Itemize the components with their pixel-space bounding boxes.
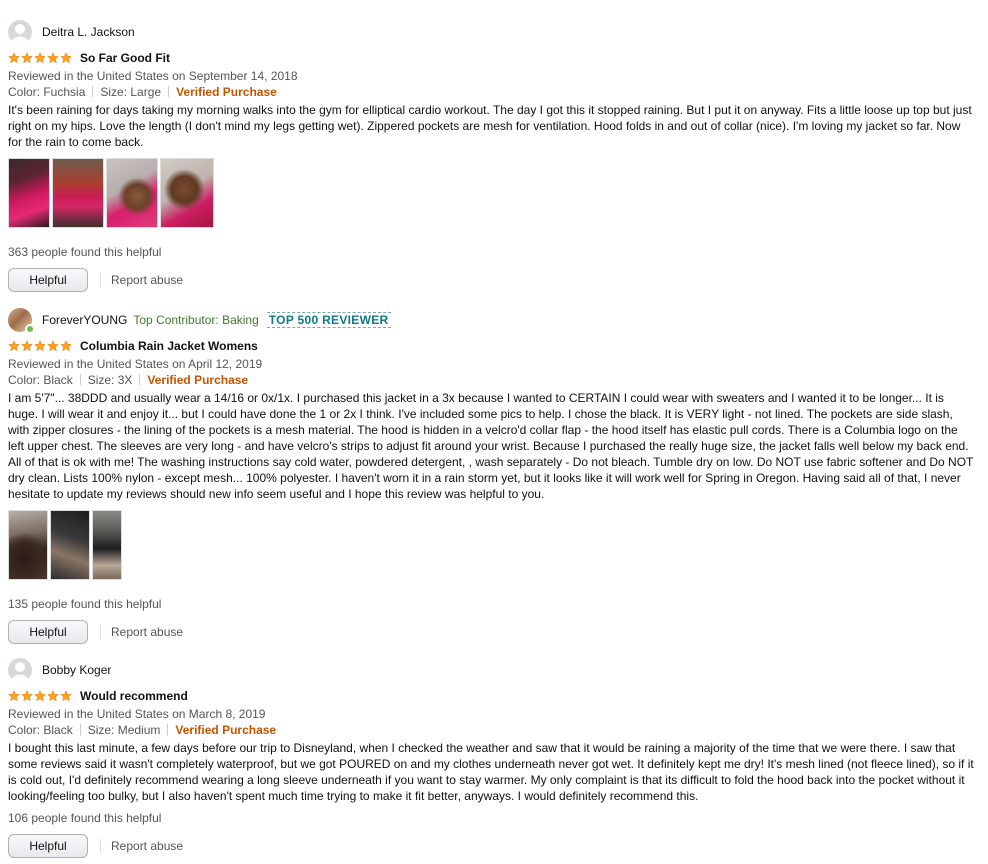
review-image-thumbnail[interactable] <box>106 158 158 228</box>
divider <box>100 273 101 287</box>
report-abuse-link[interactable]: Report abuse <box>111 625 183 639</box>
star-icon <box>21 340 33 352</box>
verified-purchase-badge: Verified Purchase <box>147 373 249 387</box>
reviewer-profile[interactable]: ForeverYOUNG Top Contributor: Baking TOP… <box>8 308 976 334</box>
helpful-count: 363 people found this helpful <box>8 245 162 259</box>
separator <box>92 86 94 97</box>
helpful-button[interactable]: Helpful <box>8 834 88 858</box>
star-icon <box>34 52 46 64</box>
reviewer-name[interactable]: Bobby Koger <box>42 663 111 677</box>
review-title[interactable]: So Far Good Fit <box>80 51 170 65</box>
review-card: Bobby Koger Would recommend Reviewed in … <box>8 658 976 858</box>
star-rating[interactable] <box>8 340 72 352</box>
divider <box>100 625 101 639</box>
star-icon <box>21 52 33 64</box>
star-rating[interactable] <box>8 52 72 64</box>
review-text: I bought this last minute, a few days be… <box>8 741 974 803</box>
star-icon <box>34 690 46 702</box>
star-icon <box>21 690 33 702</box>
review-text: I am 5'7"... 38DDD and usually wear a 14… <box>8 391 974 501</box>
review-image-thumbnail[interactable] <box>92 510 122 580</box>
review-image-thumbnail[interactable] <box>52 158 104 228</box>
review-card: ForeverYOUNG Top Contributor: Baking TOP… <box>8 308 976 644</box>
separator <box>167 724 169 735</box>
report-abuse-link[interactable]: Report abuse <box>111 273 183 287</box>
reviewer-profile[interactable]: Bobby Koger <box>8 658 976 682</box>
star-icon <box>34 340 46 352</box>
online-badge-icon <box>25 324 35 334</box>
review-title[interactable]: Columbia Rain Jacket Womens <box>80 339 258 353</box>
review-title[interactable]: Would recommend <box>80 689 188 703</box>
product-format: Color: Fuchsia Size: Large Verified Purcha… <box>8 84 976 100</box>
avatar-icon[interactable] <box>8 20 32 44</box>
review-images <box>8 158 976 228</box>
star-icon <box>47 52 59 64</box>
divider <box>100 839 101 853</box>
helpful-button[interactable]: Helpful <box>8 620 88 644</box>
reviewer-name[interactable]: ForeverYOUNG <box>42 313 127 327</box>
review-text: It's been raining for days taking my mor… <box>8 103 972 149</box>
contributor-badge[interactable]: Top Contributor: Baking <box>133 313 258 327</box>
separator <box>139 374 141 385</box>
avatar-icon[interactable] <box>8 658 32 682</box>
helpful-count: 106 people found this helpful <box>8 811 162 825</box>
separator <box>168 86 170 97</box>
reviewer-profile[interactable]: Deitra L. Jackson <box>8 20 976 44</box>
star-icon <box>60 52 72 64</box>
size-option[interactable]: Size: 3X <box>88 373 133 387</box>
verified-purchase-badge: Verified Purchase <box>175 723 277 737</box>
star-icon <box>47 690 59 702</box>
color-option[interactable]: Color: Black <box>8 373 73 387</box>
reviewer-rank-badge[interactable]: TOP 500 REVIEWER <box>266 312 391 328</box>
star-icon <box>8 690 20 702</box>
review-image-thumbnail[interactable] <box>8 510 48 580</box>
separator <box>79 374 81 385</box>
helpful-button[interactable]: Helpful <box>8 268 88 292</box>
star-icon <box>8 340 20 352</box>
review-card: Deitra L. Jackson So Far Good Fit Review… <box>8 20 976 292</box>
review-image-thumbnail[interactable] <box>8 158 50 228</box>
reviewer-name[interactable]: Deitra L. Jackson <box>42 25 135 39</box>
color-option[interactable]: Color: Black <box>8 723 73 737</box>
report-abuse-link[interactable]: Report abuse <box>111 839 183 853</box>
review-images <box>8 510 976 580</box>
color-option[interactable]: Color: Fuchsia <box>8 85 85 99</box>
star-icon <box>47 340 59 352</box>
star-icon <box>60 340 72 352</box>
review-image-thumbnail[interactable] <box>160 158 214 228</box>
size-option[interactable]: Size: Large <box>100 85 161 99</box>
verified-purchase-badge: Verified Purchase <box>176 85 277 99</box>
product-format: Color: Black Size: 3X Verified Purchase <box>8 372 976 388</box>
review-date: Reviewed in the United States on Septemb… <box>8 69 298 83</box>
separator <box>79 724 81 735</box>
helpful-count: 135 people found this helpful <box>8 597 162 611</box>
review-image-thumbnail[interactable] <box>50 510 90 580</box>
star-rating[interactable] <box>8 690 72 702</box>
size-option[interactable]: Size: Medium <box>88 723 161 737</box>
star-icon <box>60 690 72 702</box>
avatar-icon[interactable] <box>8 308 35 334</box>
product-format: Color: Black Size: Medium Verified Purchas… <box>8 722 976 738</box>
review-date: Reviewed in the United States on March 8… <box>8 707 266 721</box>
star-icon <box>8 52 20 64</box>
review-date: Reviewed in the United States on April 1… <box>8 357 263 371</box>
